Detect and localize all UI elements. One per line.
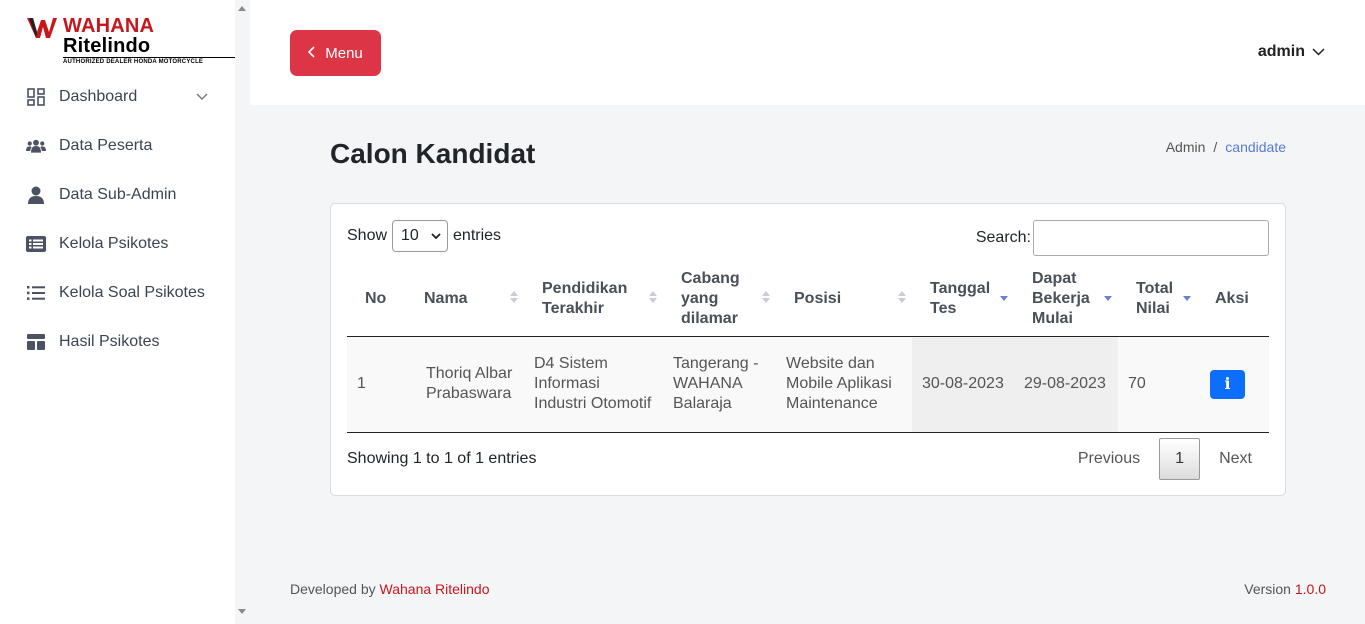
sort-icon: [510, 291, 518, 303]
footer-credit: Developed by Wahana Ritelindo: [290, 581, 490, 597]
sort-desc-icon: [1000, 296, 1008, 301]
show-label: Show: [347, 227, 388, 244]
user-menu[interactable]: admin: [1258, 43, 1325, 61]
footer-developer-link[interactable]: Wahana Ritelindo: [380, 581, 490, 597]
sidebar-item-label: Data Sub-Admin: [59, 185, 177, 203]
previous-page-button[interactable]: Previous: [1078, 450, 1140, 468]
footer-version: Version 1.0.0: [1244, 581, 1326, 597]
brand-name: WAHANA Ritelindo: [63, 15, 154, 57]
candidates-card: Show 10 entries Search: No Nama Pendidik…: [330, 203, 1286, 496]
column-header-mulai[interactable]: Dapat Bekerja Mulai: [1014, 262, 1118, 337]
sidebar-item-label: Data Peserta: [59, 136, 153, 154]
cell-total-nilai: 70: [1118, 336, 1197, 433]
entries-select[interactable]: 10: [392, 220, 449, 252]
layout-icon: [26, 332, 46, 352]
search-control: Search:: [976, 220, 1269, 256]
users-group-icon: [26, 136, 46, 156]
sidebar-item-data-sub-admin[interactable]: Data Sub-Admin: [0, 170, 235, 219]
sidebar-item-label: Kelola Psikotes: [59, 234, 169, 252]
sidebar-item-kelola-psikotes[interactable]: Kelola Psikotes: [0, 219, 235, 268]
wahana-logo-icon: [27, 16, 57, 42]
footer-version-number: 1.0.0: [1294, 581, 1326, 597]
scroll-up-arrow-icon[interactable]: [238, 6, 246, 11]
sidebar-item-label: Dashboard: [59, 87, 138, 105]
entries-label: entries: [453, 227, 502, 244]
sidebar-nav: Dashboard Data Peserta Data Sub-Admin Ke…: [0, 72, 235, 366]
brand-tagline: AUTHORIZED DEALER HONDA MOTORCYCLE: [63, 57, 235, 65]
sidebar-item-kelola-soal-psikotes[interactable]: Kelola Soal Psikotes: [0, 268, 235, 317]
chevron-left-icon: [308, 45, 315, 61]
footer-version-label: Version: [1244, 581, 1291, 597]
cell-aksi: i: [1197, 336, 1269, 433]
cell-nama: Thoriq Albar Prabaswara: [406, 336, 524, 433]
cell-tanggal-tes: 30-08-2023: [912, 336, 1014, 433]
scroll-down-arrow-icon[interactable]: [238, 609, 246, 614]
column-header-posisi[interactable]: Posisi: [776, 262, 912, 337]
cell-no: 1: [347, 336, 406, 433]
info-button[interactable]: i: [1210, 369, 1245, 399]
sidebar-item-dashboard[interactable]: Dashboard: [0, 72, 235, 121]
user-icon: [26, 185, 46, 205]
menu-button-label: Menu: [325, 44, 363, 62]
sort-desc-icon: [1183, 296, 1191, 301]
sort-desc-icon: [1104, 296, 1112, 301]
brand-logo[interactable]: WAHANA Ritelindo AUTHORIZED DEALER HONDA…: [27, 16, 235, 65]
sidebar-item-hasil-psikotes[interactable]: Hasil Psikotes: [0, 317, 235, 366]
chevron-down-icon: [1312, 48, 1325, 56]
column-header-pendidikan[interactable]: Pendidikan Terakhir: [524, 262, 663, 337]
sidebar-item-data-peserta[interactable]: Data Peserta: [0, 121, 235, 170]
chevron-down-icon: [431, 233, 441, 239]
entries-select-value: 10: [401, 227, 419, 244]
sort-icon: [898, 291, 906, 303]
sidebar-item-label: Hasil Psikotes: [59, 332, 160, 350]
breadcrumb: Admin / candidate: [1166, 139, 1286, 155]
sidebar: WAHANA Ritelindo AUTHORIZED DEALER HONDA…: [0, 0, 235, 624]
page-1-button[interactable]: 1: [1159, 438, 1201, 480]
menu-button[interactable]: Menu: [290, 30, 381, 76]
footer-developed-label: Developed by: [290, 581, 376, 597]
cell-posisi: Website dan Mobile Aplikasi Maintenance: [776, 336, 912, 433]
sort-icon: [762, 291, 770, 303]
column-header-tanggal-tes[interactable]: Tanggal Tes: [912, 262, 1014, 337]
cell-cabang: Tangerang - WAHANA Balaraja: [663, 336, 776, 433]
chevron-down-icon: [196, 88, 208, 106]
user-name: admin: [1257, 43, 1305, 60]
breadcrumb-current[interactable]: candidate: [1225, 139, 1286, 155]
column-header-nama[interactable]: Nama: [406, 262, 524, 337]
candidates-table: No Nama Pendidikan Terakhir Cabang yang …: [347, 262, 1269, 433]
cell-pendidikan: D4 Sistem Informasi Industri Otomotif: [524, 336, 663, 433]
next-page-button[interactable]: Next: [1219, 450, 1252, 468]
column-header-no[interactable]: No: [347, 262, 406, 337]
table-row: 1 Thoriq Albar Prabaswara D4 Sistem Info…: [347, 336, 1269, 433]
search-label: Search:: [975, 229, 1031, 246]
column-header-total-nilai[interactable]: Total Nilai: [1118, 262, 1197, 337]
list-box-icon: [26, 234, 46, 254]
breadcrumb-separator: /: [1213, 139, 1218, 155]
page-title: Calon Kandidat: [330, 138, 536, 169]
table-info: Showing 1 to 1 of 1 entries: [347, 450, 537, 467]
pagination: Previous 1 Next: [1078, 438, 1269, 480]
column-header-cabang[interactable]: Cabang yang dilamar: [663, 262, 776, 337]
table-header-row: No Nama Pendidikan Terakhir Cabang yang …: [347, 262, 1269, 337]
list-icon: [26, 283, 46, 303]
sort-icon: [649, 291, 657, 303]
column-header-aksi: Aksi: [1197, 262, 1269, 337]
dashboard-grid-icon: [26, 87, 46, 107]
top-header: Menu admin: [250, 0, 1365, 105]
breadcrumb-root[interactable]: Admin: [1166, 139, 1206, 155]
info-icon: i: [1224, 374, 1231, 393]
sidebar-item-label: Kelola Soal Psikotes: [59, 283, 205, 301]
entries-length-control: Show 10 entries: [347, 220, 501, 252]
sidebar-scrollbar[interactable]: [235, 0, 250, 624]
search-input[interactable]: [1033, 220, 1269, 256]
cell-mulai: 29-08-2023: [1014, 336, 1118, 433]
